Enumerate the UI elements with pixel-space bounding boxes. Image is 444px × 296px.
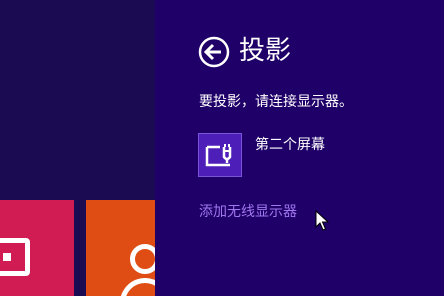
panel-title: 投影 [239, 36, 292, 66]
back-button[interactable] [198, 36, 230, 68]
project-flyout-panel: 投影 要投影，请连接显示器。 第二个屏幕 添加无线显示器 [155, 0, 444, 296]
add-wireless-display-link[interactable]: 添加无线显示器 [199, 202, 297, 222]
photos-icon [0, 238, 30, 276]
second-screen-label: 第二个屏幕 [255, 137, 325, 153]
people-tile[interactable] [86, 200, 170, 296]
screen: 投影 要投影，请连接显示器。 第二个屏幕 添加无线显示器 [0, 0, 444, 296]
photos-tile[interactable] [0, 200, 74, 296]
mouse-cursor-icon [315, 210, 329, 231]
panel-description: 要投影，请连接显示器。 [199, 94, 353, 110]
back-arrow-icon [198, 36, 230, 68]
second-screen-option[interactable]: 第二个屏幕 [198, 131, 418, 179]
start-screen-background [0, 0, 170, 296]
second-screen-icon [198, 133, 242, 177]
